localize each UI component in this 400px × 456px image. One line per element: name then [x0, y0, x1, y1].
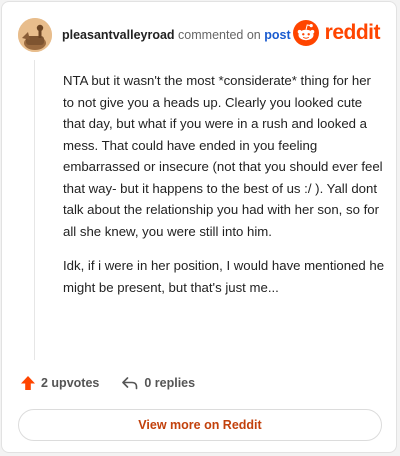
avatar-illustration-icon [18, 18, 52, 52]
reddit-logo[interactable]: reddit [292, 20, 381, 46]
comment-header: pleasantvalleyroad commented on post red… [18, 18, 381, 52]
comment-body: NTA but it wasn't the most *considerate*… [63, 70, 385, 311]
view-more-button[interactable]: View more on Reddit [18, 409, 382, 441]
comment-byline: pleasantvalleyroad commented on post [62, 28, 291, 42]
comment-paragraph: NTA but it wasn't the most *considerate*… [63, 73, 383, 239]
user-avatar[interactable] [18, 18, 52, 52]
upvote-count: 2 upvotes [41, 376, 100, 390]
thread-line [34, 60, 35, 360]
post-link[interactable]: post [264, 28, 290, 42]
comment-actions: 2 upvotes 0 replies [20, 375, 195, 391]
reddit-wordmark: reddit [324, 21, 381, 44]
upvote-arrow-icon [21, 376, 35, 390]
reply-button[interactable]: 0 replies [121, 375, 195, 391]
reply-arrow-icon [122, 377, 138, 390]
reddit-snoo-icon [292, 20, 319, 46]
comment-card: pleasantvalleyroad commented on post red… [1, 1, 397, 453]
username-link[interactable]: pleasantvalleyroad [62, 28, 175, 42]
reply-count: 0 replies [144, 376, 196, 390]
upvote-button[interactable]: 2 upvotes [20, 375, 99, 391]
comment-paragraph: Idk, if i were in her position, I would … [63, 258, 385, 295]
commented-on-text: commented on [178, 28, 261, 42]
